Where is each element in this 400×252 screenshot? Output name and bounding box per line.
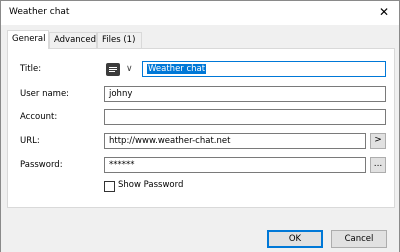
note-icon bbox=[106, 63, 120, 76]
close-icon[interactable]: ✕ bbox=[377, 5, 391, 19]
title-bar: Weather chat ✕ bbox=[1, 1, 399, 25]
show-password-checkbox[interactable] bbox=[104, 181, 115, 192]
window-title: Weather chat bbox=[9, 7, 70, 17]
title-input-value: Weather chat bbox=[147, 64, 207, 74]
password-options-button[interactable]: ... bbox=[370, 157, 386, 173]
cancel-button[interactable]: Cancel bbox=[331, 230, 387, 248]
title-input[interactable]: Weather chat bbox=[142, 61, 386, 77]
dialog-window: Weather chat ✕ General Advanced Files (1… bbox=[0, 0, 400, 252]
username-input[interactable]: johny bbox=[104, 86, 386, 102]
password-input[interactable]: ****** bbox=[104, 157, 366, 173]
url-input[interactable]: http://www.weather-chat.net bbox=[104, 133, 366, 149]
chevron-down-icon: ∨ bbox=[126, 64, 133, 74]
ok-button[interactable]: OK bbox=[267, 230, 323, 248]
title-label: Title: bbox=[20, 64, 42, 74]
account-label: Account: bbox=[20, 112, 58, 122]
dialog-footer: OK Cancel bbox=[1, 216, 399, 252]
account-input[interactable] bbox=[104, 109, 386, 125]
tab-files[interactable]: Files (1) bbox=[97, 32, 142, 48]
username-label: User name: bbox=[20, 89, 70, 99]
tab-general[interactable]: General bbox=[7, 30, 49, 49]
icon-selector[interactable]: ∨ bbox=[104, 61, 140, 79]
show-password-label[interactable]: Show Password bbox=[118, 180, 183, 190]
tab-advanced[interactable]: Advanced bbox=[49, 32, 97, 48]
open-url-button[interactable]: > bbox=[370, 133, 386, 149]
password-label: Password: bbox=[20, 160, 63, 170]
url-label: URL: bbox=[20, 136, 40, 146]
general-panel: Title: ∨ Weather chat User name: johny A… bbox=[7, 48, 395, 208]
